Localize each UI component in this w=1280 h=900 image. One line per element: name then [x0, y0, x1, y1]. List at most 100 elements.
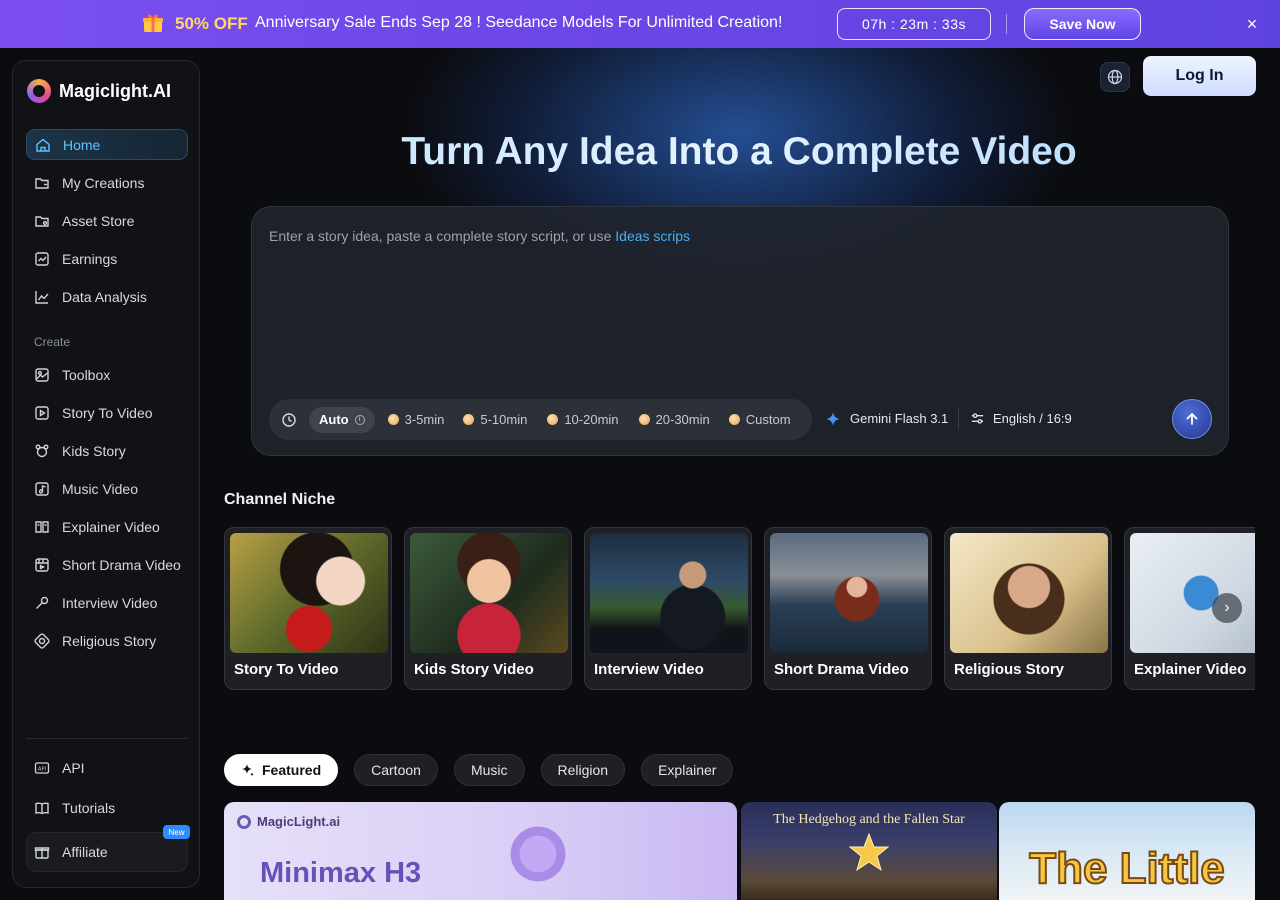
- sidebar-item-label: Affiliate: [62, 843, 108, 860]
- sidebar-item-religious-story[interactable]: Religious Story: [26, 625, 188, 656]
- duration-label: 20-30min: [655, 412, 710, 427]
- duration-option[interactable]: Custom: [728, 412, 791, 427]
- category-tabs: Featured Cartoon Music Religion Explaine…: [224, 754, 749, 786]
- home-icon: [35, 137, 51, 153]
- featured-card-minimax[interactable]: MagicLight.ai Minimax H3: [224, 802, 737, 900]
- sidebar-item-asset-store[interactable]: Asset Store: [26, 205, 188, 236]
- hedgehog-title: The Hedgehog and the Fallen Star: [773, 812, 965, 827]
- save-now-button[interactable]: Save Now: [1024, 8, 1141, 40]
- close-icon[interactable]: ×: [1242, 14, 1262, 34]
- login-button[interactable]: Log In: [1143, 56, 1256, 96]
- sidebar-item-label: Home: [63, 136, 101, 153]
- channel-niche-row: Story To Video Kids Story Video Intervie…: [224, 527, 1255, 691]
- featured-title: Minimax H3: [260, 857, 422, 889]
- niche-card-religious-story[interactable]: Religious Story: [944, 527, 1112, 690]
- sidebar-item-home[interactable]: Home: [26, 129, 188, 160]
- send-button[interactable]: [1172, 399, 1212, 439]
- tab-religion[interactable]: Religion: [540, 754, 626, 786]
- sidebar: Magiclight.AI Home My Creations Asset St…: [12, 60, 200, 888]
- duration-label: 3-5min: [404, 412, 445, 427]
- hero-title: Turn Any Idea Into a Complete Video: [224, 130, 1254, 174]
- api-icon: API: [34, 760, 50, 776]
- countdown-timer: 07h : 23m : 33s: [837, 8, 991, 40]
- model-selector[interactable]: Gemini Flash 3.1: [826, 411, 948, 426]
- tab-label: Explainer: [658, 762, 717, 778]
- sidebar-item-music-video[interactable]: Music Video: [26, 473, 188, 504]
- prompt-box[interactable]: Enter a story idea, paste a complete sto…: [251, 206, 1229, 456]
- tab-label: Featured: [262, 762, 322, 778]
- sidebar-item-label: Short Drama Video: [62, 556, 181, 573]
- religion-icon: [34, 632, 50, 649]
- decorative-gear-icon: [506, 822, 570, 886]
- card-label: Interview Video: [594, 661, 704, 678]
- duration-options-bar: Auto i 3-5min 5-10min 10-20min 20-30min …: [269, 399, 812, 440]
- coin-icon: [547, 414, 559, 425]
- model-label: Gemini Flash 3.1: [850, 411, 949, 426]
- featured-card-hedgehog[interactable]: The Hedgehog and the Fallen Star: [741, 802, 997, 900]
- earnings-chart-icon: [34, 251, 50, 267]
- sidebar-item-label: Toolbox: [62, 366, 111, 383]
- sidebar-item-affiliate[interactable]: Affiliate: [26, 836, 188, 867]
- niche-card-short-drama-video[interactable]: Short Drama Video: [764, 527, 932, 690]
- sidebar-item-label: API: [62, 759, 85, 776]
- card-thumbnail: [230, 533, 388, 653]
- niche-card-story-to-video[interactable]: Story To Video: [224, 527, 392, 690]
- chevron-right-icon[interactable]: ›: [1212, 593, 1242, 623]
- card-label: Story To Video: [234, 661, 339, 678]
- sidebar-item-data-analysis[interactable]: Data Analysis: [26, 281, 188, 312]
- duration-auto[interactable]: Auto i: [309, 406, 375, 433]
- promo-banner: 50% OFF Anniversary Sale Ends Sep 28 ! S…: [0, 0, 1280, 48]
- language-ratio-selector[interactable]: English / 16:9: [970, 411, 1072, 426]
- coin-icon: [638, 414, 650, 425]
- tab-label: Music: [470, 762, 508, 778]
- tab-music[interactable]: Music: [453, 754, 525, 786]
- sidebar-item-api[interactable]: API API: [26, 752, 188, 783]
- placeholder-text: Enter a story idea, paste a complete sto…: [269, 228, 616, 244]
- prompt-placeholder[interactable]: Enter a story idea, paste a complete sto…: [269, 228, 690, 244]
- music-icon: [34, 481, 50, 497]
- brand-logo[interactable]: Magiclight.AI: [27, 79, 171, 103]
- ideas-scripts-link[interactable]: Ideas scrips: [615, 228, 690, 244]
- gemini-sparkle-icon: [826, 411, 840, 426]
- sidebar-item-toolbox[interactable]: Toolbox: [26, 359, 188, 390]
- sidebar-item-my-creations[interactable]: My Creations: [26, 167, 188, 198]
- sidebar-item-label: My Creations: [62, 174, 145, 191]
- tab-featured[interactable]: Featured: [224, 754, 339, 786]
- niche-card-kids-story-video[interactable]: Kids Story Video: [404, 527, 572, 690]
- duration-option[interactable]: 10-20min: [547, 412, 619, 427]
- featured-logo-text: MagicLight.ai: [257, 814, 341, 829]
- promo-message: Anniversary Sale Ends Sep 28 ! Seedance …: [255, 14, 783, 31]
- card-label: Explainer Video: [1134, 661, 1247, 678]
- niche-card-interview-video[interactable]: Interview Video: [584, 527, 752, 690]
- info-icon[interactable]: i: [354, 414, 365, 425]
- duration-option[interactable]: 3-5min: [387, 412, 445, 427]
- duration-label: 5-10min: [480, 412, 528, 427]
- tab-explainer[interactable]: Explainer: [641, 754, 734, 786]
- tab-cartoon[interactable]: Cartoon: [354, 754, 438, 786]
- arrow-up-icon: [1186, 412, 1198, 425]
- sidebar-item-label: Data Analysis: [62, 288, 147, 305]
- sidebar-item-story-to-video[interactable]: Story To Video: [26, 397, 188, 428]
- sidebar-item-kids-story[interactable]: Kids Story: [26, 435, 188, 466]
- tab-label: Religion: [557, 762, 609, 778]
- card-thumbnail: [590, 533, 748, 653]
- sidebar-item-short-drama-video[interactable]: Short Drama Video: [26, 549, 188, 580]
- sidebar-item-explainer-video[interactable]: Explainer Video: [26, 511, 188, 542]
- sidebar-item-label: Earnings: [62, 250, 118, 267]
- coin-icon: [728, 414, 740, 425]
- duration-option[interactable]: 5-10min: [463, 412, 527, 427]
- coin-icon: [463, 414, 475, 425]
- folder-icon: [34, 175, 50, 191]
- featured-card-the-little[interactable]: The Little: [999, 802, 1255, 900]
- sidebar-item-interview-video[interactable]: Interview Video: [26, 587, 188, 618]
- language-button[interactable]: [1100, 62, 1130, 92]
- sidebar-item-tutorials[interactable]: Tutorials: [26, 792, 188, 823]
- promo-divider: [1006, 14, 1007, 34]
- sidebar-item-earnings[interactable]: Earnings: [26, 243, 188, 274]
- sliders-icon: [971, 413, 984, 424]
- little-title: The Little: [1028, 843, 1226, 894]
- drama-icon: [34, 557, 50, 573]
- duration-option[interactable]: 20-30min: [638, 412, 710, 427]
- card-thumbnail: [950, 533, 1108, 653]
- duration-label: 10-20min: [564, 412, 619, 427]
